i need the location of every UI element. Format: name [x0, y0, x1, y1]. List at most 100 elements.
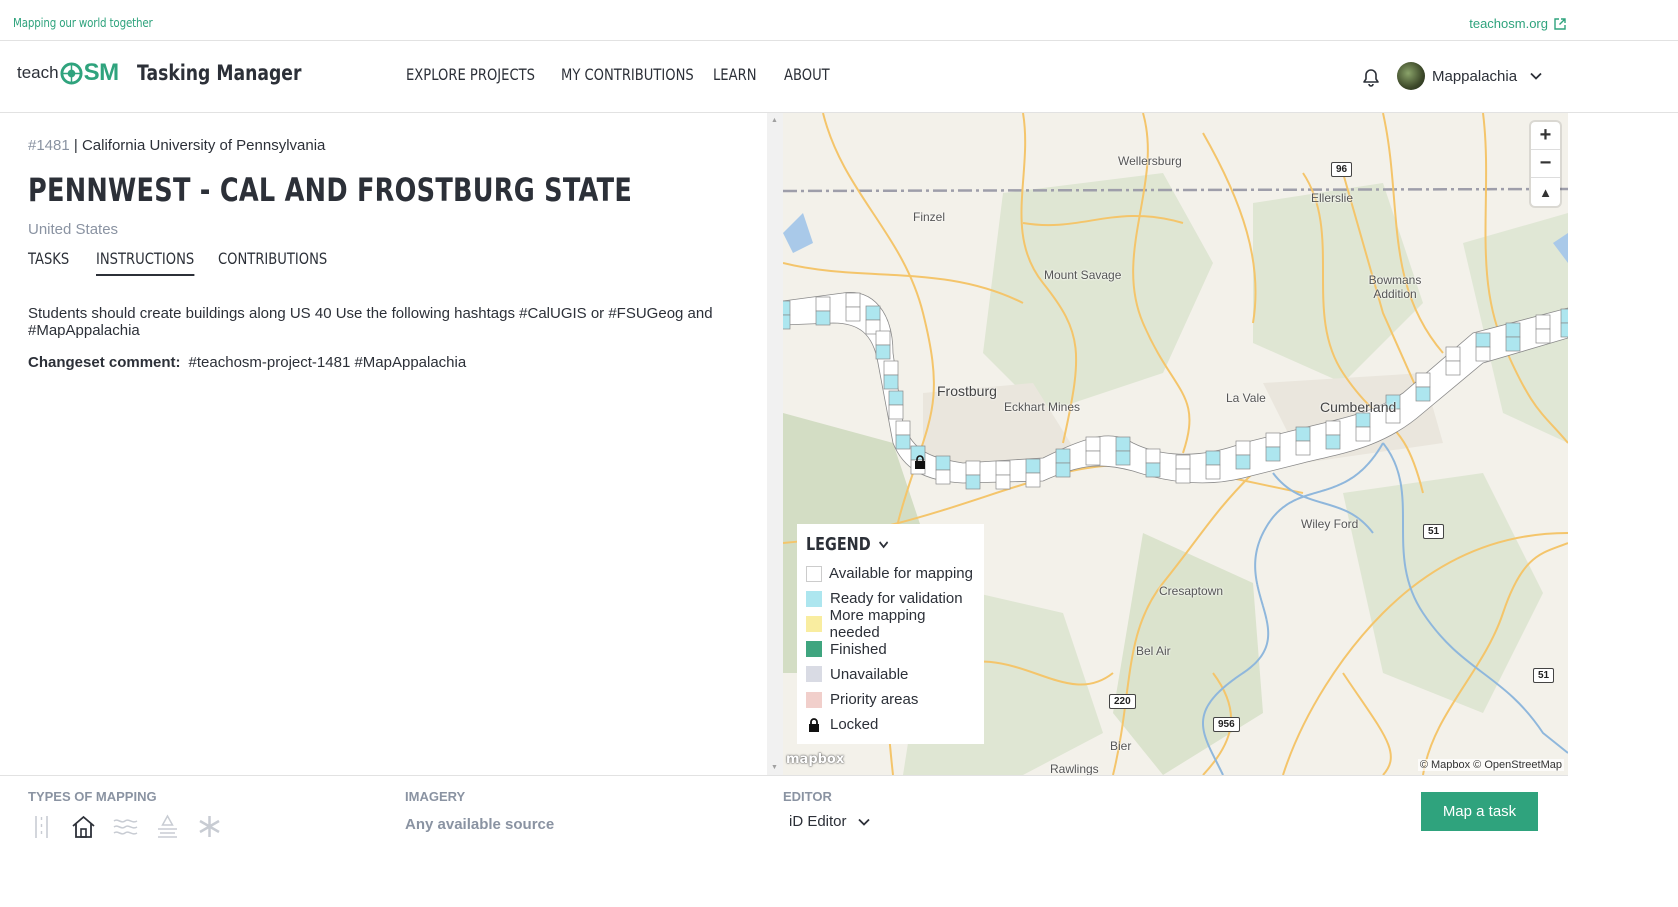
task-cell[interactable] — [935, 455, 951, 471]
task-cell[interactable] — [1475, 346, 1491, 362]
task-cell[interactable] — [888, 404, 904, 420]
scroll-up-icon[interactable]: ▲ — [771, 117, 778, 124]
task-cell[interactable] — [845, 306, 861, 322]
task-cell[interactable] — [1325, 420, 1341, 436]
project-id[interactable]: #1481 — [28, 137, 70, 154]
task-cell[interactable] — [1085, 436, 1101, 452]
task-cell[interactable] — [1025, 458, 1041, 474]
task-map[interactable]: Wellersburg Ellerslie Finzel Mount Savag… — [783, 113, 1568, 775]
compass-button[interactable]: ▲ — [1531, 178, 1560, 206]
map-a-task-button[interactable]: Map a task — [1421, 792, 1538, 831]
task-cell[interactable] — [1265, 446, 1281, 462]
zoom-in-button[interactable]: + — [1531, 122, 1560, 150]
task-cell[interactable] — [1505, 336, 1521, 352]
task-cell[interactable] — [1055, 448, 1071, 464]
task-cell[interactable] — [1085, 450, 1101, 466]
mapping-types — [28, 813, 223, 840]
task-cell[interactable] — [1445, 346, 1461, 362]
zoom-out-button[interactable]: − — [1531, 150, 1560, 178]
tab-contributions[interactable]: CONTRIBUTIONS — [218, 249, 327, 282]
task-cell[interactable] — [1205, 464, 1221, 480]
task-cell[interactable] — [1295, 440, 1311, 456]
task-cell[interactable] — [1355, 426, 1371, 442]
task-cell[interactable] — [1325, 434, 1341, 450]
legend-swatch-more-mapping — [806, 615, 822, 632]
tab-tasks[interactable]: TASKS — [28, 249, 84, 282]
task-cell[interactable] — [1265, 432, 1281, 448]
lock-icon — [809, 717, 819, 732]
nav-my-contributions[interactable]: MY CONTRIBUTIONS — [561, 65, 694, 84]
mapbox-logo[interactable]: mapbox — [786, 752, 844, 767]
teachosm-link[interactable]: teachosm.org — [1469, 16, 1566, 31]
legend-swatch-validation — [806, 590, 822, 607]
map-label-bel-air: Bel Air — [1136, 644, 1171, 658]
logo-osm-mark: SM — [59, 59, 119, 87]
legend-label: Locked — [830, 716, 879, 734]
task-cell[interactable] — [1235, 454, 1251, 470]
task-cell[interactable] — [895, 434, 911, 450]
task-cell[interactable] — [1415, 372, 1431, 388]
task-cell[interactable] — [1175, 454, 1191, 470]
map-label-la-vale: La Vale — [1226, 391, 1266, 405]
task-cell[interactable] — [1560, 322, 1568, 338]
nav-explore-projects[interactable]: EXPLORE PROJECTS — [406, 65, 535, 84]
legend-item: Priority areas — [806, 687, 976, 712]
task-cell[interactable] — [1145, 448, 1161, 464]
legend-toggle[interactable]: LEGEND — [806, 534, 942, 555]
task-cell[interactable] — [875, 344, 891, 360]
task-cell[interactable] — [888, 390, 904, 406]
task-cell[interactable] — [1025, 472, 1041, 488]
nav-learn[interactable]: LEARN — [713, 65, 771, 84]
task-cell[interactable] — [995, 474, 1011, 490]
editor-label: EDITOR — [783, 789, 832, 804]
changeset-label: Changeset comment: — [28, 354, 181, 371]
task-cell[interactable] — [1445, 360, 1461, 376]
task-cell[interactable] — [1175, 468, 1191, 484]
map-legend: LEGEND Available for mapping Ready for v… — [797, 524, 984, 744]
tab-instructions[interactable]: INSTRUCTIONS — [96, 249, 196, 282]
task-cell[interactable] — [875, 330, 891, 346]
notifications-bell-icon[interactable] — [1361, 68, 1381, 88]
task-cell[interactable] — [1415, 386, 1431, 402]
task-cell[interactable] — [1355, 412, 1371, 428]
project-tabs: TASKS INSTRUCTIONS CONTRIBUTIONS — [28, 249, 351, 282]
task-cell[interactable] — [1535, 314, 1551, 330]
task-cell[interactable] — [995, 460, 1011, 476]
legend-item: Available for mapping — [806, 561, 976, 586]
task-cell[interactable] — [883, 374, 899, 390]
waterway-icon — [113, 819, 138, 835]
nav-about[interactable]: ABOUT — [784, 65, 830, 84]
task-cell[interactable] — [1295, 426, 1311, 442]
task-cell[interactable] — [1235, 440, 1251, 456]
panel-scrollbar[interactable]: ▲ ▼ — [767, 113, 783, 775]
task-cell[interactable] — [895, 420, 911, 436]
task-cell[interactable] — [783, 314, 791, 330]
map-attribution[interactable]: © Mapbox © OpenStreetMap — [1417, 759, 1564, 771]
task-cell[interactable] — [965, 474, 981, 490]
task-cell[interactable] — [965, 460, 981, 476]
task-cell[interactable] — [815, 310, 831, 326]
task-cell[interactable] — [1535, 328, 1551, 344]
task-cell[interactable] — [1505, 322, 1521, 338]
scroll-down-icon[interactable]: ▼ — [771, 764, 778, 771]
task-cell[interactable] — [1115, 450, 1131, 466]
legend-label: More mapping needed — [829, 606, 926, 641]
task-cell[interactable] — [865, 305, 881, 321]
task-cell[interactable] — [1205, 450, 1221, 466]
task-cell[interactable] — [815, 296, 831, 312]
task-cell[interactable] — [1115, 436, 1131, 452]
legend-title: LEGEND — [806, 534, 871, 555]
task-cell[interactable] — [935, 469, 951, 485]
task-cell[interactable] — [1145, 462, 1161, 478]
task-cell[interactable] — [845, 292, 861, 308]
editor-select[interactable]: iD Editor — [789, 813, 871, 830]
task-cell[interactable] — [1475, 332, 1491, 348]
teachosm-logo[interactable]: teach SM — [17, 59, 119, 87]
app-title: Tasking Manager — [137, 61, 302, 85]
user-menu[interactable]: Mappalachia — [1397, 62, 1543, 90]
task-cell[interactable] — [1055, 462, 1071, 478]
task-cell[interactable] — [1560, 308, 1568, 324]
task-cell[interactable] — [783, 300, 791, 316]
task-cell[interactable] — [883, 360, 899, 376]
project-detail-panel: #1481 | California University of Pennsyl… — [0, 113, 767, 775]
